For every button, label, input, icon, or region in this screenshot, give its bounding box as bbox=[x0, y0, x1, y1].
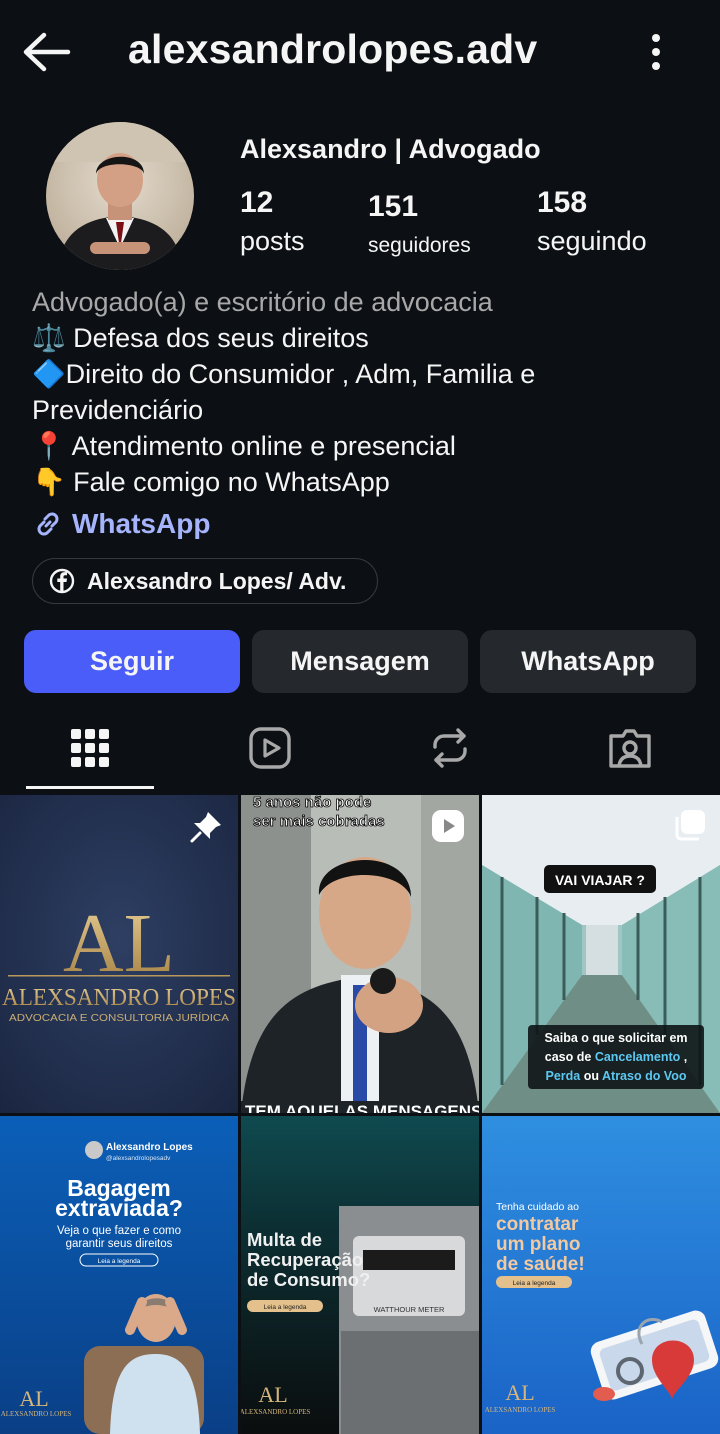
post-4-sub-1: Veja o que fazer e como bbox=[57, 1225, 181, 1237]
tagged-person-icon bbox=[609, 729, 651, 768]
posts-count-value: 12 bbox=[240, 186, 274, 219]
post-4-title-2: extraviada? bbox=[55, 1195, 183, 1221]
svg-text:Perda ou Atraso do Voo: Perda ou Atraso do Voo bbox=[545, 1069, 686, 1083]
post-thumbnail-reel[interactable]: 5 anos não pode ser mais cobradas TEM AQ… bbox=[241, 795, 479, 1113]
tab-tagged[interactable] bbox=[540, 706, 720, 790]
post-2-caption-bottom: TEM AQUELAS MENSAGENS bbox=[245, 1102, 479, 1113]
grid-icon bbox=[71, 729, 109, 767]
post-3-line-3c: Atraso do Voo bbox=[602, 1069, 687, 1083]
post-4-author: Alexsandro Lopes bbox=[106, 1142, 193, 1153]
posts-count[interactable]: 12 posts bbox=[240, 186, 305, 257]
facebook-icon bbox=[49, 568, 75, 594]
post-5-title-3: de Consumo? bbox=[247, 1269, 370, 1290]
post-5-logo: AL bbox=[258, 1382, 287, 1407]
post-6-title-2: um plano bbox=[496, 1234, 580, 1255]
active-tab-indicator bbox=[26, 786, 154, 789]
reel-badge-icon bbox=[432, 810, 464, 842]
top-bar: alexsandrolopes.adv bbox=[0, 0, 720, 104]
post-4-image: Alexsandro Lopes @alexsandrolopesadv Bag… bbox=[0, 1116, 238, 1434]
bio-line-3: 📍 Atendimento online e presencial bbox=[32, 428, 692, 464]
followers-count[interactable]: 151 seguidores bbox=[368, 190, 471, 258]
post-1-brand: ALEXSANDRO LOPES bbox=[2, 985, 236, 1011]
post-3-line-2a: caso de bbox=[545, 1050, 595, 1064]
scales-emoji: ⚖️ bbox=[32, 323, 66, 353]
pointing-down-emoji: 👇 bbox=[32, 467, 66, 497]
tab-posts-grid[interactable] bbox=[0, 706, 180, 790]
post-5-cta: Leia a legenda bbox=[264, 1304, 307, 1311]
link-icon bbox=[37, 512, 59, 536]
post-1-subtitle: ADVOCACIA E CONSULTORIA JURÍDICA bbox=[9, 1011, 229, 1024]
profile-avatar[interactable] bbox=[46, 122, 194, 270]
more-options-icon[interactable] bbox=[640, 32, 672, 72]
bio-line-2: 🔷Direito do Consumidor , Adm, Familia e … bbox=[32, 356, 692, 428]
post-6-brand: ALEXSANDRO LOPES bbox=[485, 1406, 556, 1414]
post-4-cta: Leia a legenda bbox=[98, 1258, 141, 1265]
post-6-pretitle: Tenha cuidado ao bbox=[496, 1201, 579, 1213]
post-4-brand: ALEXSANDRO LOPES bbox=[1, 1410, 72, 1418]
post-3-line-1: Saiba o que solicitar em bbox=[544, 1031, 687, 1045]
followers-count-value: 151 bbox=[368, 190, 419, 223]
post-4-sub-2: garantir seus direitos bbox=[66, 1238, 173, 1250]
post-3-tag: VAI VIAJAR ? bbox=[555, 872, 645, 888]
profile-display-name: Alexsandro | Advogado bbox=[240, 134, 541, 164]
bio-line-2-text: Direito do Consumidor , Adm, Familia e P… bbox=[32, 359, 536, 425]
facebook-chip-label: Alexsandro Lopes/ Adv. bbox=[87, 567, 347, 594]
post-6-title-3: de saúde! bbox=[496, 1254, 585, 1275]
post-thumbnail-bagagem[interactable]: Alexsandro Lopes @alexsandrolopesadv Bag… bbox=[0, 1116, 238, 1434]
post-5-title-2: Recuperação bbox=[247, 1249, 363, 1270]
bio-line-1: ⚖️ Defesa dos seus direitos bbox=[32, 320, 692, 356]
post-5-title-1: Multa de bbox=[247, 1229, 322, 1250]
posts-count-label: posts bbox=[240, 226, 305, 256]
reels-icon bbox=[249, 727, 291, 769]
post-thumbnail-carousel[interactable]: VAI VIAJAR ? Saiba o que solicitar em ca… bbox=[482, 795, 720, 1113]
post-thumbnail-plano-saude[interactable]: Tenha cuidado ao contratar um plano de s… bbox=[482, 1116, 720, 1434]
follow-button[interactable]: Seguir bbox=[24, 630, 240, 693]
post-6-image: Tenha cuidado ao contratar um plano de s… bbox=[482, 1116, 720, 1434]
post-3-line-3b: ou bbox=[580, 1069, 602, 1083]
message-button[interactable]: Mensagem bbox=[252, 630, 468, 693]
bio-line-1-text: Defesa dos seus direitos bbox=[65, 323, 369, 353]
bio-line-3-text: Atendimento online e presencial bbox=[65, 431, 456, 461]
pin-emoji: 📍 bbox=[32, 431, 66, 461]
post-3-line-3a: Perda bbox=[545, 1069, 581, 1083]
post-6-logo: AL bbox=[505, 1380, 534, 1405]
facebook-profile-chip[interactable]: Alexsandro Lopes/ Adv. bbox=[32, 558, 378, 604]
post-6-title-1: contratar bbox=[496, 1214, 579, 1235]
profile-category: Advogado(a) e escritório de advocacia bbox=[32, 287, 493, 317]
tab-reels[interactable] bbox=[180, 706, 360, 790]
post-5-image: WATTHOUR METER Multa de Recuperação de C… bbox=[241, 1116, 479, 1434]
post-3-line-2c: , bbox=[680, 1050, 687, 1064]
post-thumbnail-pinned[interactable]: AL ALEXSANDRO LOPES ADVOCACIA E CONSULTO… bbox=[0, 795, 238, 1113]
following-count-label: seguindo bbox=[537, 226, 647, 256]
carousel-badge-icon bbox=[675, 810, 705, 841]
profile-link-label: WhatsApp bbox=[72, 508, 211, 539]
whatsapp-button[interactable]: WhatsApp bbox=[480, 630, 696, 693]
post-2-caption-top-1: 5 anos não pode bbox=[253, 795, 371, 811]
blue-diamond-emoji: 🔷 bbox=[32, 359, 66, 389]
post-5-brand: ALEXSANDRO LOPES bbox=[241, 1408, 310, 1416]
bio-line-4-text: Fale comigo no WhatsApp bbox=[65, 467, 390, 497]
profile-link[interactable]: WhatsApp bbox=[32, 508, 210, 540]
pin-icon bbox=[190, 812, 221, 843]
profile-bio: Advogado(a) e escritório de advocacia ⚖️… bbox=[32, 284, 692, 500]
bio-line-4: 👇 Fale comigo no WhatsApp bbox=[32, 464, 692, 500]
post-thumbnail-multa[interactable]: WATTHOUR METER Multa de Recuperação de C… bbox=[241, 1116, 479, 1434]
post-2-caption-top-2: ser mais cobradas bbox=[253, 813, 385, 830]
post-4-logo: AL bbox=[19, 1386, 48, 1411]
profile-username: alexsandrolopes.adv bbox=[128, 26, 538, 72]
back-arrow-icon[interactable] bbox=[20, 30, 72, 74]
tab-reposts[interactable] bbox=[360, 706, 540, 790]
repost-icon bbox=[433, 728, 467, 768]
post-3-line-2b: Cancelamento bbox=[595, 1050, 681, 1064]
svg-text:caso de Cancelamento ,: caso de Cancelamento , bbox=[545, 1050, 687, 1064]
followers-count-label: seguidores bbox=[368, 234, 471, 257]
following-count[interactable]: 158 seguindo bbox=[537, 186, 647, 257]
post-5-meter-label: WATTHOUR METER bbox=[374, 1305, 445, 1314]
post-6-cta: Leia a legenda bbox=[513, 1280, 556, 1287]
following-count-value: 158 bbox=[537, 186, 588, 219]
post-4-handle: @alexsandrolopesadv bbox=[106, 1155, 171, 1162]
profile-tabs bbox=[0, 706, 720, 790]
